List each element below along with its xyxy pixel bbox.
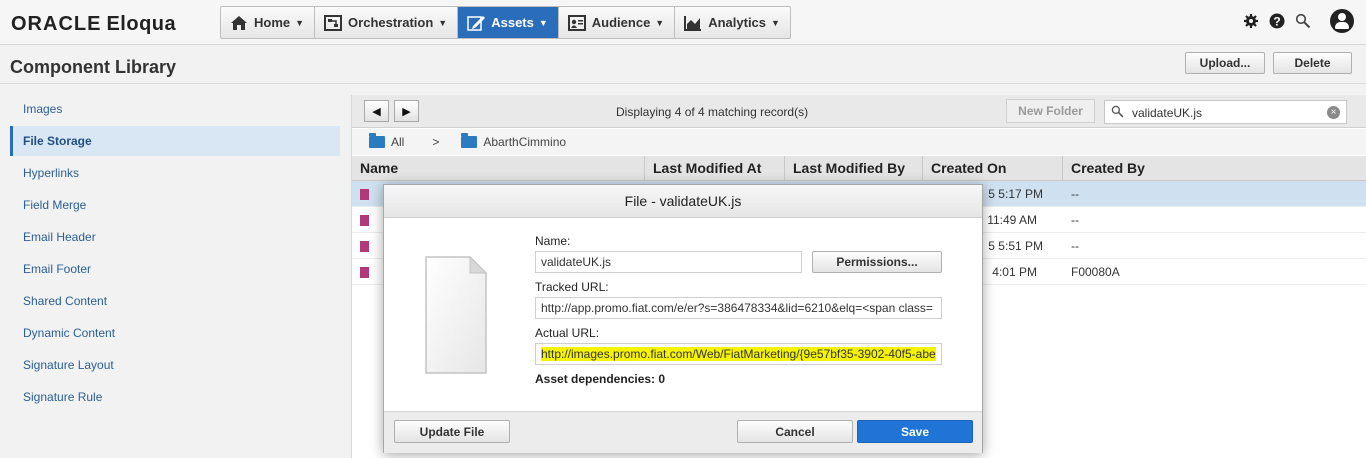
document-icon — [425, 255, 488, 374]
column-name[interactable]: Name — [352, 156, 645, 181]
prev-page-button[interactable]: ◀ — [364, 100, 389, 122]
nav-home[interactable]: Home ▼ — [221, 7, 316, 38]
delete-button[interactable]: Delete — [1273, 52, 1352, 74]
table-header: Name Last Modified At Last Modified By C… — [352, 156, 1366, 181]
column-last-modified-by[interactable]: Last Modified By — [785, 156, 923, 181]
clear-search-icon[interactable]: × — [1327, 106, 1340, 119]
dialog-title: File - validateUK.js — [384, 185, 982, 218]
search-value: validateUK.js — [1132, 106, 1203, 120]
search-icon[interactable] — [1294, 12, 1312, 30]
next-page-button[interactable]: ▶ — [394, 100, 419, 122]
save-button[interactable]: Save — [857, 420, 973, 443]
upload-button[interactable]: Upload... — [1185, 52, 1265, 74]
nav-analytics[interactable]: Analytics ▼ — [675, 7, 790, 38]
breadcrumb-all[interactable]: All — [391, 135, 404, 149]
name-field[interactable]: validateUK.js — [535, 251, 802, 273]
file-icon — [360, 189, 369, 201]
grid-toolbar: ◀ ▶ Displaying 4 of 4 matching record(s)… — [352, 95, 1366, 128]
cell-created-by: -- — [1071, 187, 1079, 201]
nav-orchestration[interactable]: Orchestration ▼ — [315, 7, 459, 38]
nav-assets-label: Assets — [491, 15, 534, 30]
tracked-url-field[interactable]: http://app.promo.fiat.com/e/er?s=3864783… — [535, 297, 942, 319]
nav-analytics-label: Analytics — [708, 15, 767, 30]
chevron-down-icon: ▼ — [538, 17, 548, 28]
chevron-down-icon: ▼ — [771, 17, 780, 28]
arrow-left-icon: ◀ — [372, 105, 381, 118]
sidebar: Images File Storage Hyperlinks Field Mer… — [0, 84, 350, 458]
sidebar-item-email-footer[interactable]: Email Footer — [10, 254, 340, 284]
arrow-right-icon: ▶ — [402, 105, 411, 118]
cell-created-by: F00080A — [1071, 265, 1120, 279]
file-icon — [360, 241, 369, 253]
tracked-url-label: Tracked URL: — [535, 280, 609, 294]
sidebar-item-images[interactable]: Images — [10, 94, 340, 124]
actual-url-value: http://images.promo.fiat.com/Web/FiatMar… — [541, 347, 936, 361]
actual-url-field[interactable]: http://images.promo.fiat.com/Web/FiatMar… — [535, 343, 942, 365]
main-nav: Home ▼ Orchestration ▼ Assets ▼ Audience ▼ A… — [220, 6, 791, 39]
page-header: Component Library Upload... Delete — [0, 45, 1366, 84]
sidebar-item-dynamic-content[interactable]: Dynamic Content — [10, 318, 340, 348]
nav-audience-label: Audience — [591, 15, 651, 30]
column-last-modified-at[interactable]: Last Modified At — [645, 156, 785, 181]
asset-dependencies: Asset dependencies: 0 — [535, 372, 666, 386]
sidebar-item-signature-layout[interactable]: Signature Layout — [10, 350, 340, 380]
search-input[interactable]: validateUK.js × — [1104, 100, 1347, 124]
sidebar-item-file-storage[interactable]: File Storage — [10, 126, 340, 156]
cell-created-by: -- — [1071, 239, 1079, 253]
cell-created-by: -- — [1071, 213, 1079, 227]
name-label: Name: — [535, 234, 571, 248]
nav-audience[interactable]: Audience ▼ — [559, 7, 676, 38]
nav-assets[interactable]: Assets ▼ — [458, 7, 559, 38]
update-file-button[interactable]: Update File — [394, 420, 510, 443]
orchestration-icon — [324, 14, 343, 31]
top-icons: ? — [1242, 9, 1354, 33]
file-dialog: File - validateUK.js Name: validateUK.js… — [383, 184, 983, 453]
home-icon — [231, 15, 247, 30]
folder-icon — [461, 133, 478, 148]
file-icon — [360, 267, 369, 279]
audience-icon — [567, 14, 586, 31]
record-count: Displaying 4 of 4 matching record(s) — [616, 105, 809, 119]
oracle-eloqua-logo[interactable]: ORACLE Eloqua — [11, 13, 176, 36]
chevron-down-icon: ▼ — [655, 17, 665, 28]
breadcrumb-separator: > — [432, 135, 440, 149]
chevron-down-icon: ▼ — [438, 17, 448, 28]
permissions-button[interactable]: Permissions... — [812, 251, 942, 273]
file-icon — [360, 215, 369, 227]
help-icon[interactable]: ? — [1268, 12, 1286, 30]
top-bar: ORACLE Eloqua Home ▼ Orchestration ▼ Assets… — [0, 0, 1366, 45]
sidebar-item-shared-content[interactable]: Shared Content — [10, 286, 340, 316]
sidebar-item-email-header[interactable]: Email Header — [10, 222, 340, 252]
nav-orchestration-label: Orchestration — [348, 15, 434, 30]
user-avatar-icon[interactable] — [1330, 9, 1354, 33]
sidebar-item-signature-rule[interactable]: Signature Rule — [10, 382, 340, 412]
chevron-down-icon: ▼ — [295, 17, 305, 28]
new-folder-button[interactable]: New Folder — [1006, 99, 1095, 123]
column-created-on[interactable]: Created On — [923, 156, 1063, 181]
gear-icon[interactable] — [1242, 12, 1260, 30]
nav-home-label: Home — [254, 15, 291, 30]
sidebar-item-field-merge[interactable]: Field Merge — [10, 190, 340, 220]
dialog-footer: Update File Cancel Save — [384, 411, 982, 453]
breadcrumb: All > AbarthCimmino — [352, 129, 1366, 155]
logo-eloqua-text: Eloqua — [106, 13, 177, 35]
breadcrumb-folder[interactable]: AbarthCimmino — [483, 135, 566, 149]
sidebar-item-hyperlinks[interactable]: Hyperlinks — [10, 158, 340, 188]
folder-icon — [369, 133, 385, 148]
assets-icon — [467, 15, 486, 31]
logo-oracle-text: ORACLE — [11, 13, 102, 35]
analytics-icon — [684, 15, 702, 31]
page-title: Component Library — [10, 57, 177, 77]
search-icon — [1111, 105, 1124, 121]
svg-text:?: ? — [1273, 15, 1280, 29]
column-created-by[interactable]: Created By — [1063, 156, 1366, 181]
actual-url-label: Actual URL: — [535, 326, 600, 340]
cancel-button[interactable]: Cancel — [737, 420, 853, 443]
